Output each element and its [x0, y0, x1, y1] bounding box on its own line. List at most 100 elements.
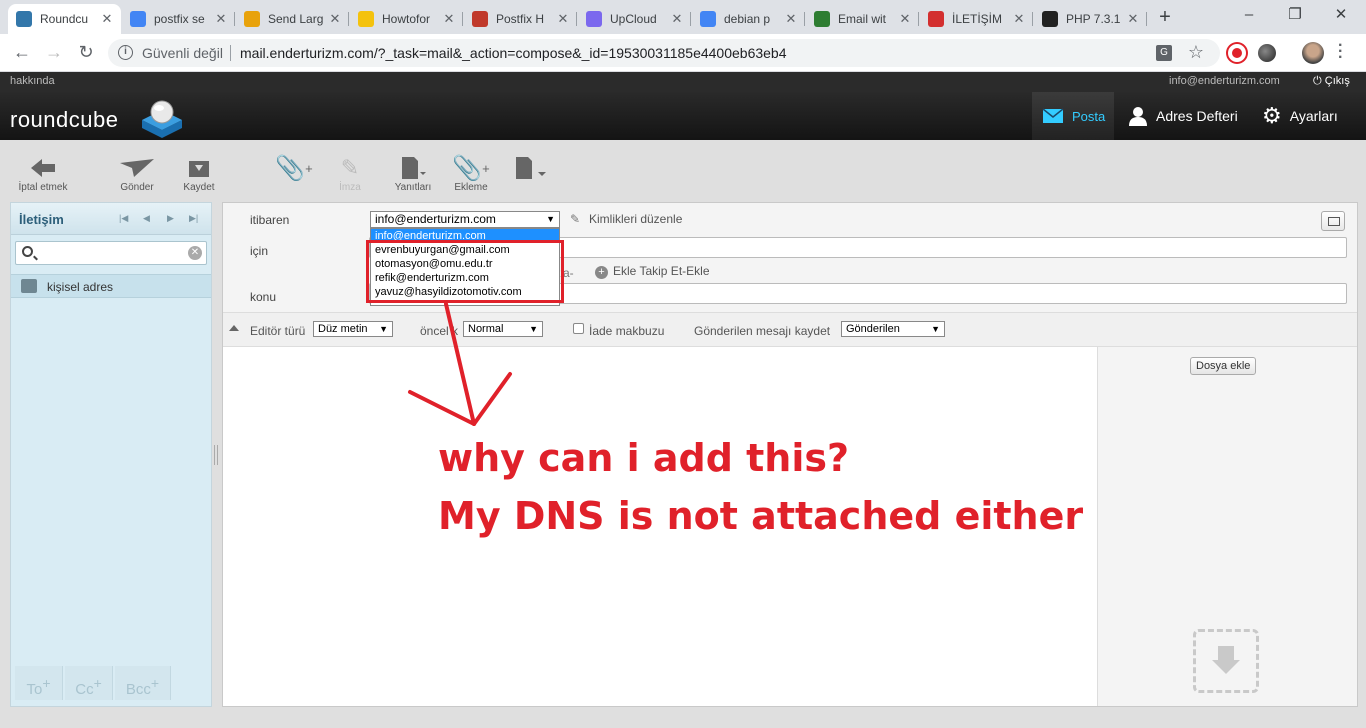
tab-separator: [576, 12, 577, 26]
translate-icon[interactable]: G: [1156, 45, 1172, 61]
info-icon[interactable]: i: [118, 45, 133, 60]
person-icon: [1129, 107, 1147, 126]
browser-tab[interactable]: postfix se ✕: [122, 4, 235, 34]
divider: [230, 45, 231, 61]
back-icon[interactable]: ←: [10, 41, 34, 65]
tab-close-icon[interactable]: ✕: [327, 11, 343, 27]
save-sent-label: Gönderilen mesajı kaydet: [694, 324, 831, 338]
close-window-icon[interactable]: ✕: [1318, 4, 1364, 28]
cancel-button[interactable]: İptal etmek: [12, 154, 74, 193]
paper-plane-icon: [120, 159, 154, 177]
tab-title: Roundcu: [40, 12, 89, 26]
forward-icon[interactable]: →: [42, 41, 66, 65]
reload-icon[interactable]: ↻: [74, 41, 98, 65]
header-bar: roundcube Posta Adres Defteri ⚙ Ayarları: [0, 92, 1366, 140]
addressbook-label: kişisel adres: [47, 280, 114, 294]
edit-identities-link[interactable]: ✎ Kimlikleri düzenle: [570, 212, 682, 226]
browser-tab[interactable]: UpCloud ✕: [578, 4, 691, 34]
tab-close-icon[interactable]: ✕: [213, 11, 229, 27]
roundcube-logo-icon: [142, 100, 182, 138]
send-label: Gönder: [120, 182, 154, 193]
tab-close-icon[interactable]: ✕: [1011, 11, 1027, 27]
about-link[interactable]: hakkında: [10, 75, 55, 87]
receipt-checkbox[interactable]: [573, 323, 584, 334]
tab-favicon-icon: [928, 11, 944, 27]
tab-close-icon[interactable]: ✕: [669, 11, 685, 27]
browser-tab[interactable]: debian p ✕: [692, 4, 805, 34]
nav-settings[interactable]: ⚙ Ayarları: [1262, 92, 1338, 140]
browser-menu-icon[interactable]: · · ·: [1338, 38, 1343, 66]
browser-tab[interactable]: Email wit ✕: [806, 4, 919, 34]
browser-tab[interactable]: PHP 7.3.1 ✕: [1034, 4, 1147, 34]
browser-tab[interactable]: Howtofor ✕: [350, 4, 463, 34]
signature-label: İmza: [339, 182, 361, 193]
responses-button[interactable]: Yanıtları: [388, 154, 438, 193]
bookmark-star-icon[interactable]: ☆: [1188, 42, 1204, 63]
add-to-button[interactable]: To+: [15, 666, 63, 700]
tab-separator: [1032, 12, 1033, 26]
attach-label: Ekleme: [454, 182, 488, 193]
signature-button[interactable]: ✎ İmza: [326, 154, 374, 193]
new-tab-button[interactable]: +: [1153, 6, 1177, 30]
first-page-icon[interactable]: |◀: [119, 213, 128, 224]
add-cc-button[interactable]: Cc+: [65, 666, 113, 700]
send-button[interactable]: Gönder: [112, 154, 162, 193]
extension-icon[interactable]: [1258, 44, 1276, 62]
contacts-search-input[interactable]: ✕: [15, 241, 207, 265]
plus-icon: +: [595, 266, 608, 279]
tab-close-icon[interactable]: ✕: [897, 11, 913, 27]
upload-drop-icon[interactable]: [1193, 629, 1259, 693]
prev-page-icon[interactable]: ◀: [143, 213, 150, 224]
tab-favicon-icon: [700, 11, 716, 27]
power-icon: ⏻: [1313, 75, 1325, 87]
top-line: hakkında info@enderturizm.com ⏻ Çıkış: [0, 72, 1366, 92]
browser-tab[interactable]: Send Larg ✕: [236, 4, 349, 34]
profile-avatar[interactable]: [1302, 42, 1324, 64]
add-followup-link[interactable]: + Ekle Takip Et-Ekle: [595, 264, 710, 279]
tab-close-icon[interactable]: ✕: [441, 11, 457, 27]
nav-contacts[interactable]: Adres Defteri: [1128, 92, 1238, 140]
tab-close-icon[interactable]: ✕: [555, 11, 571, 27]
last-page-icon[interactable]: ▶|: [189, 213, 198, 224]
tab-title: UpCloud: [610, 12, 657, 26]
nav-mail[interactable]: Posta: [1032, 92, 1114, 140]
add-file-button[interactable]: Dosya ekle: [1190, 357, 1257, 375]
editor-type-select[interactable]: Düz metin ▼: [313, 321, 393, 337]
popout-icon[interactable]: [1321, 211, 1345, 231]
restore-icon[interactable]: ❐: [1272, 4, 1318, 28]
priority-select[interactable]: Normal ▼: [463, 321, 543, 337]
save-button[interactable]: Kaydet: [178, 154, 220, 193]
url-text[interactable]: mail.enderturizm.com/?_task=mail&_action…: [240, 45, 787, 61]
panel-splitter[interactable]: [214, 445, 218, 465]
save-sent-select[interactable]: Gönderilen ▼: [841, 321, 945, 337]
document-more-icon: [516, 157, 546, 179]
logout-label: Çıkış: [1324, 75, 1350, 87]
search-icon: [22, 246, 33, 257]
main-area: İptal etmek Gönder Kaydet 📎 + ✎ İmza Yanı…: [0, 140, 1366, 728]
clear-search-icon[interactable]: ✕: [188, 246, 202, 260]
from-select[interactable]: info@enderturizm.com ▼: [370, 211, 560, 228]
minimize-icon[interactable]: –: [1226, 4, 1272, 28]
annotation-line-1: why can i add this?: [438, 436, 850, 480]
tab-close-icon[interactable]: ✕: [783, 11, 799, 27]
logout-link[interactable]: ⏻ Çıkış: [1313, 75, 1350, 88]
pen-icon: ✎: [340, 155, 360, 180]
next-page-icon[interactable]: ▶: [167, 213, 174, 224]
browser-tab[interactable]: İLETİŞİM ✕: [920, 4, 1033, 34]
opera-extension-icon[interactable]: [1228, 44, 1246, 62]
address-bar[interactable]: i Güvenli değil mail.enderturizm.com/?_t…: [108, 39, 1220, 67]
collapse-icon[interactable]: [229, 325, 239, 331]
attach-button[interactable]: 📎 + Ekleme: [448, 154, 494, 194]
more-button[interactable]: [510, 154, 550, 182]
attach-quick-button[interactable]: 📎 +: [272, 154, 316, 182]
browser-tab[interactable]: Postfix H ✕: [464, 4, 577, 34]
tab-separator: [804, 12, 805, 26]
tab-close-icon[interactable]: ✕: [1125, 11, 1141, 27]
add-bcc-button[interactable]: Bcc+: [115, 666, 171, 700]
browser-tab[interactable]: Roundcu ✕: [8, 4, 121, 34]
addressbook-item[interactable]: kişisel adres: [11, 274, 211, 298]
tab-close-icon[interactable]: ✕: [99, 11, 115, 27]
tab-separator: [690, 12, 691, 26]
tab-title: debian p: [724, 12, 771, 26]
username: info@enderturizm.com: [1169, 75, 1280, 87]
